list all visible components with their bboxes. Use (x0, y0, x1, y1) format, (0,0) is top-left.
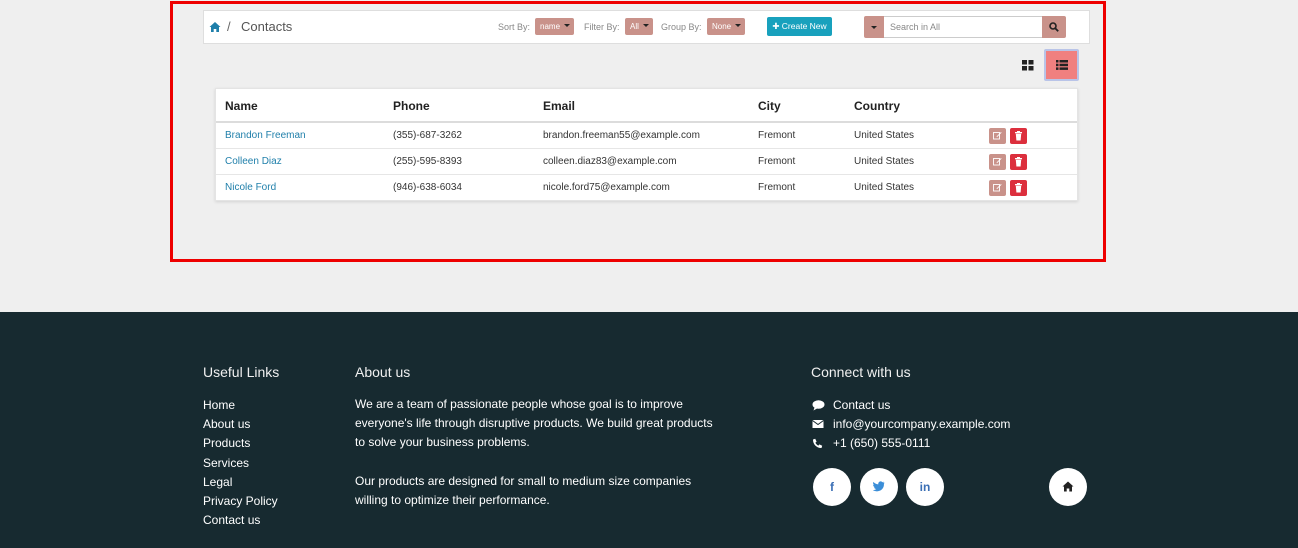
trash-icon (1015, 183, 1022, 193)
twitter-icon (873, 481, 885, 492)
list-view-button[interactable] (1044, 49, 1079, 81)
facebook-icon: f (830, 480, 834, 494)
footer-link-services[interactable]: Services (203, 456, 249, 470)
contact-email: colleen.diaz83@example.com (543, 156, 677, 167)
list-icon (1056, 60, 1068, 70)
contact-city: Fremont (758, 182, 796, 193)
contacts-table: Name Phone Email City Country Brandon Fr… (215, 88, 1078, 201)
search-button[interactable] (1042, 16, 1066, 38)
home-button[interactable] (1049, 468, 1087, 506)
table-row: Brandon Freeman (355)-687-3262 brandon.f… (216, 123, 1077, 149)
footer-link-contact[interactable]: Contact us (203, 513, 260, 527)
table-row: Colleen Diaz (255)-595-8393 colleen.diaz… (216, 149, 1077, 175)
sort-label: Sort By: (498, 22, 531, 32)
contact-name-link[interactable]: Nicole Ford (225, 182, 276, 193)
delete-button[interactable] (1010, 154, 1027, 170)
control-bar: / Contacts Sort By: name Filter By: All … (203, 10, 1090, 44)
search-filter-dropdown[interactable] (864, 16, 884, 38)
footer-link-products[interactable]: Products (203, 436, 250, 450)
envelope-icon (812, 420, 824, 428)
contact-phone: (946)-638-6034 (393, 182, 462, 193)
contact-city: Fremont (758, 156, 796, 167)
grid-view-button[interactable] (1014, 53, 1042, 79)
facebook-button[interactable]: f (813, 468, 851, 506)
footer-link-privacy[interactable]: Privacy Policy (203, 494, 278, 508)
breadcrumb-current: Contacts (241, 19, 293, 34)
caret-down-icon (735, 24, 742, 28)
edit-button[interactable] (989, 128, 1006, 144)
contact-country: United States (854, 182, 915, 193)
trash-icon (1015, 131, 1022, 141)
table-header: Name Phone Email City Country (216, 89, 1077, 123)
contact-us-label: Contact us (833, 398, 891, 412)
footer-link-about[interactable]: About us (203, 417, 250, 431)
edit-button[interactable] (989, 154, 1006, 170)
home-icon (1062, 481, 1074, 492)
header-phone[interactable]: Phone (393, 99, 430, 113)
trash-icon (1015, 157, 1022, 167)
delete-button[interactable] (1010, 180, 1027, 196)
group-label: Group By: (661, 22, 702, 32)
caret-down-icon (564, 24, 571, 28)
search-icon (1049, 22, 1059, 32)
header-email[interactable]: Email (543, 99, 575, 113)
about-title: About us (355, 364, 411, 380)
table-row: Nicole Ford (946)-638-6034 nicole.ford75… (216, 175, 1077, 201)
home-icon[interactable] (209, 21, 221, 33)
edit-button[interactable] (989, 180, 1006, 196)
caret-down-icon (642, 24, 649, 28)
contact-name-link[interactable]: Brandon Freeman (225, 130, 306, 141)
breadcrumb-separator: / (227, 19, 231, 34)
edit-icon (993, 132, 1002, 140)
connect-title: Connect with us (811, 364, 911, 380)
edit-icon (993, 184, 1002, 192)
search-group (864, 16, 1066, 38)
footer-link-legal[interactable]: Legal (203, 475, 232, 489)
sort-dropdown[interactable]: name (535, 18, 575, 35)
email-address: info@yourcompany.example.com (833, 417, 1011, 431)
group-value: None (712, 22, 732, 31)
header-city[interactable]: City (758, 99, 781, 113)
twitter-button[interactable] (860, 468, 898, 506)
header-country[interactable]: Country (854, 99, 900, 113)
contact-name-link[interactable]: Colleen Diaz (225, 156, 282, 167)
footer: Useful Links Home About us Products Serv… (0, 312, 1298, 548)
footer-link-home[interactable]: Home (203, 398, 235, 412)
linkedin-button[interactable]: in (906, 468, 944, 506)
contact-email: nicole.ford75@example.com (543, 182, 670, 193)
contact-email: brandon.freeman55@example.com (543, 130, 700, 141)
header-name[interactable]: Name (225, 99, 258, 113)
contact-country: United States (854, 156, 915, 167)
edit-icon (993, 158, 1002, 166)
phone-icon (812, 438, 823, 449)
create-new-button[interactable]: ✚ Create New (767, 17, 832, 36)
filter-value: All (630, 22, 639, 31)
contact-city: Fremont (758, 130, 796, 141)
phone-number: +1 (650) 555-0111 (833, 436, 931, 450)
about-paragraph: Our products are designed for small to m… (355, 474, 692, 507)
search-input[interactable] (884, 16, 1042, 38)
grid-icon (1022, 60, 1034, 71)
about-paragraph: We are a team of passionate people whose… (355, 397, 713, 449)
filter-dropdown[interactable]: All (625, 18, 653, 35)
linkedin-icon: in (919, 480, 931, 494)
contact-phone: (255)-595-8393 (393, 156, 462, 167)
caret-down-icon (871, 26, 877, 29)
contact-country: United States (854, 130, 915, 141)
delete-button[interactable] (1010, 128, 1027, 144)
comment-icon (812, 400, 825, 411)
filter-label: Filter By: (584, 22, 620, 32)
useful-links-title: Useful Links (203, 364, 280, 380)
contact-phone: (355)-687-3262 (393, 130, 462, 141)
group-dropdown[interactable]: None (707, 18, 746, 35)
sort-value: name (540, 22, 561, 31)
